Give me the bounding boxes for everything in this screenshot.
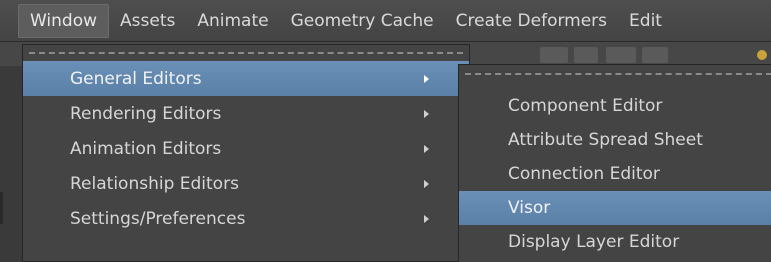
menu-geometry-cache[interactable]: Geometry Cache (280, 5, 445, 37)
toolbar-icon[interactable] (757, 50, 767, 60)
submenu-item-attribute-spread-sheet[interactable]: Attribute Spread Sheet (459, 123, 771, 157)
general-editors-submenu: Component Editor Attribute Spread Sheet … (458, 64, 771, 262)
menu-item-label: General Editors (70, 68, 202, 89)
tear-off-bar[interactable] (459, 65, 771, 83)
menu-edit[interactable]: Edit (618, 5, 673, 37)
menu-animate[interactable]: Animate (186, 5, 279, 37)
menu-item-general-editors[interactable]: General Editors (23, 61, 469, 96)
menu-window[interactable]: Window (18, 3, 110, 38)
toolbar-icon[interactable] (540, 47, 568, 63)
submenu-arrow-icon (424, 214, 429, 223)
submenu-item-display-layer-editor[interactable]: Display Layer Editor (459, 225, 771, 259)
submenu-arrow-icon (424, 144, 429, 153)
toolbar-icon[interactable] (574, 47, 598, 63)
menu-bar: Window Assets Animate Geometry Cache Cre… (0, 0, 771, 42)
left-panel-edge (0, 66, 22, 262)
submenu-arrow-icon (424, 179, 429, 188)
toolbar-icon[interactable] (642, 47, 668, 63)
menu-item-rendering-editors[interactable]: Rendering Editors (23, 96, 469, 131)
menu-item-label: Relationship Editors (70, 173, 239, 194)
submenu-item-visor[interactable]: Visor (459, 191, 771, 225)
menu-item-animation-editors[interactable]: Animation Editors (23, 131, 469, 166)
menu-item-settings-preferences[interactable]: Settings/Preferences (23, 201, 469, 236)
window-menu-dropdown: General Editors Rendering Editors Animat… (22, 44, 470, 262)
submenu-item-component-editor[interactable]: Component Editor (459, 89, 771, 123)
menu-item-label: Animation Editors (70, 138, 222, 159)
menu-create-deformers[interactable]: Create Deformers (445, 5, 618, 37)
menu-item-relationship-editors[interactable]: Relationship Editors (23, 166, 469, 201)
menu-item-label: Rendering Editors (70, 103, 222, 124)
toolbar-icon[interactable] (606, 47, 636, 63)
menu-item-label: Settings/Preferences (70, 208, 246, 229)
submenu-arrow-icon (424, 74, 429, 83)
menu-assets[interactable]: Assets (109, 5, 186, 37)
tear-off-bar[interactable] (23, 45, 469, 61)
submenu-item-connection-editor[interactable]: Connection Editor (459, 157, 771, 191)
panel-handle (0, 192, 3, 224)
submenu-arrow-icon (424, 109, 429, 118)
